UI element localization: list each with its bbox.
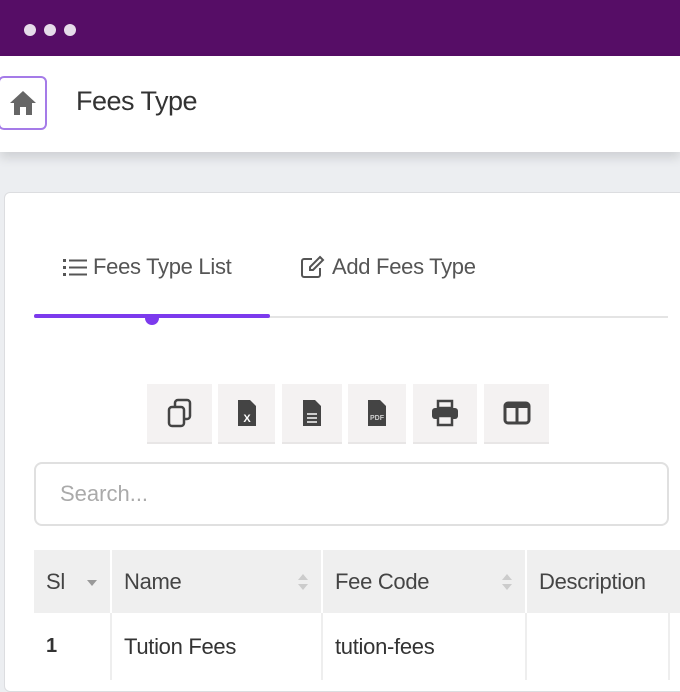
tab-label: Add Fees Type — [332, 254, 476, 279]
search-input[interactable] — [34, 462, 669, 526]
tab-fees-type-list[interactable]: Fees Type List — [63, 254, 232, 280]
cell-description — [527, 613, 670, 680]
columns-icon — [503, 401, 530, 425]
svg-text:PDF: PDF — [370, 415, 385, 422]
column-header-sl[interactable]: Sl — [34, 550, 112, 613]
window-dot-icon[interactable] — [44, 24, 56, 36]
page-title: Fees Type — [76, 86, 198, 116]
csv-icon — [303, 400, 321, 426]
column-label: Fee Code — [335, 568, 430, 594]
sort-icon — [502, 574, 512, 590]
sort-desc-icon — [87, 580, 97, 586]
list-icon — [63, 259, 87, 276]
pdf-button[interactable]: PDF — [348, 384, 406, 444]
column-label: Description — [539, 568, 646, 594]
column-label: Name — [124, 568, 182, 594]
column-visibility-button[interactable] — [484, 384, 549, 444]
excel-icon: X — [237, 400, 256, 426]
top-bar — [0, 0, 680, 56]
edit-icon — [301, 255, 325, 278]
pdf-icon: PDF — [368, 400, 386, 426]
csv-button[interactable] — [282, 384, 342, 444]
svg-text:X: X — [243, 413, 251, 425]
copy-button[interactable] — [147, 384, 212, 444]
column-label: Sl — [46, 568, 65, 594]
tab-add-fees-type[interactable]: Add Fees Type — [300, 254, 476, 280]
cell-name: Tution Fees — [112, 613, 323, 680]
cell-sl: 1 — [34, 613, 112, 680]
print-icon — [432, 399, 458, 427]
home-button[interactable] — [0, 76, 47, 130]
home-icon — [9, 91, 36, 115]
print-button[interactable] — [413, 384, 477, 444]
window-dot-icon[interactable] — [64, 24, 76, 36]
column-header-fee-code[interactable]: Fee Code — [323, 550, 527, 613]
tab-label: Fees Type List — [93, 254, 232, 279]
column-header-description[interactable]: Description — [527, 550, 680, 613]
cell-fee-code: tution-fees — [323, 613, 527, 680]
page-header: Fees Type — [0, 56, 680, 152]
copy-icon — [167, 398, 191, 428]
column-header-name[interactable]: Name — [112, 550, 323, 613]
window-dot-icon[interactable] — [24, 24, 36, 36]
excel-button[interactable]: X — [218, 384, 275, 444]
sort-icon — [298, 574, 308, 590]
